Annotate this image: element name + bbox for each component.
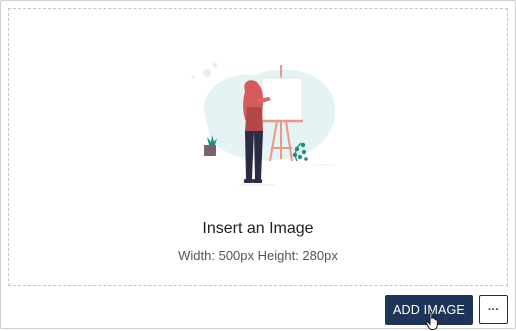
painter-illustration — [191, 62, 336, 186]
placeholder-title: Insert an Image — [202, 220, 314, 237]
image-block: Insert an Image Width: 500px Height: 280… — [0, 0, 516, 330]
more-options-button[interactable]: ··· — [479, 295, 508, 324]
placeholder-dimensions: Width: 500px Height: 280px — [178, 248, 338, 263]
hand-pointer-icon — [425, 311, 438, 330]
image-dropzone[interactable]: Insert an Image Width: 500px Height: 280… — [8, 8, 508, 286]
